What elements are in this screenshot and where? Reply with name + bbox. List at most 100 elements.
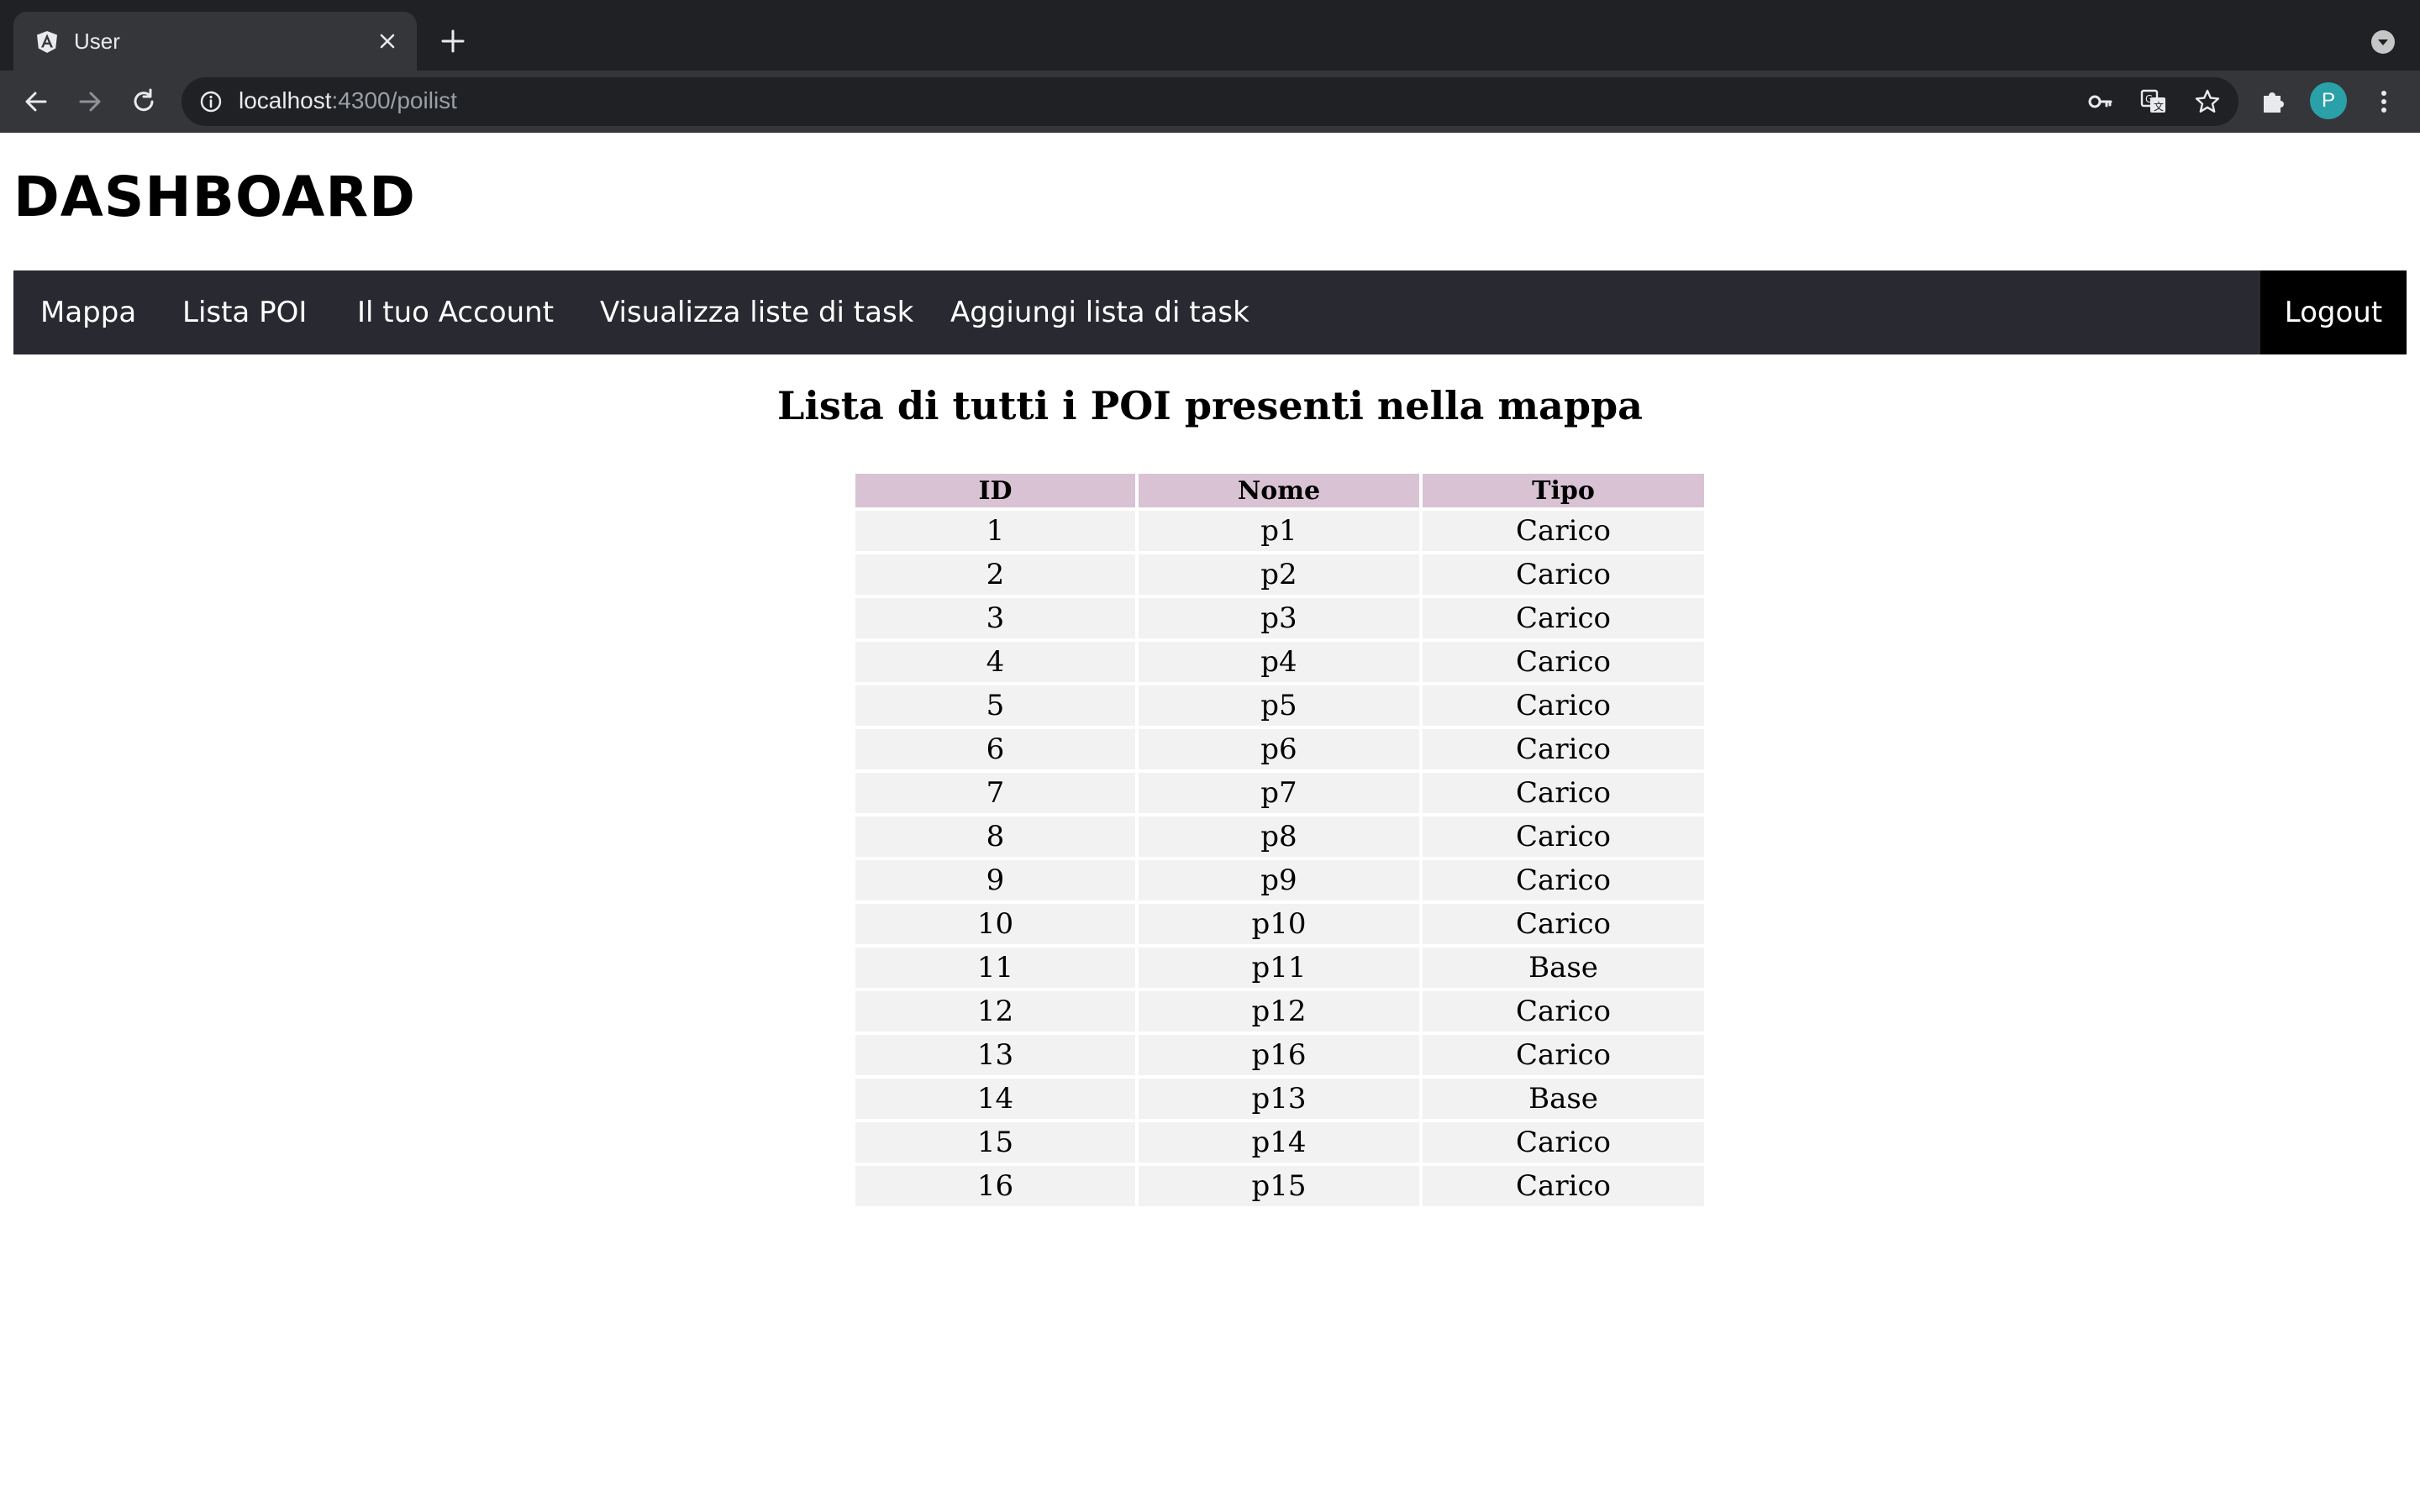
angular-logo-icon [37,31,57,53]
cell-nome: p5 [1139,685,1419,726]
table-row: 12 p12 Carico [855,991,1704,1032]
nav-item-account[interactable]: Il tuo Account [357,270,554,354]
table-row: 2 p2 Carico [855,554,1704,595]
cell-tipo: Carico [1423,860,1704,900]
table-header-row: ID Nome Tipo [855,474,1704,507]
cell-id: 6 [855,729,1135,769]
close-icon[interactable] [375,29,400,54]
star-icon[interactable] [2193,87,2222,116]
cell-nome: p3 [1139,598,1419,638]
page-title: DASHBOARD [13,165,416,229]
cell-id: 4 [855,642,1135,682]
cell-tipo: Carico [1423,773,1704,813]
browser-tabstrip: User [0,0,2420,71]
cell-nome: p16 [1139,1035,1419,1075]
tab-search-chevron-icon[interactable] [2370,29,2396,55]
info-icon[interactable] [198,89,224,114]
main-navbar: Mappa Lista POI Il tuo Account Visualizz… [13,270,2407,354]
tab-title: User [74,29,120,54]
table-row: 14 p13 Base [855,1079,1704,1119]
table-row: 7 p7 Carico [855,773,1704,813]
table-row: 9 p9 Carico [855,860,1704,900]
cell-nome: p7 [1139,773,1419,813]
column-header-tipo: Tipo [1423,474,1704,507]
cell-tipo: Carico [1423,598,1704,638]
table-row: 16 p15 Carico [855,1166,1704,1206]
cell-nome: p8 [1139,816,1419,857]
table-row: 8 p8 Carico [855,816,1704,857]
cell-tipo: Carico [1423,1035,1704,1075]
url-host: localhost [239,87,332,113]
cell-tipo: Carico [1423,991,1704,1032]
cell-nome: p4 [1139,642,1419,682]
cell-id: 8 [855,816,1135,857]
cell-tipo: Carico [1423,816,1704,857]
cell-nome: p14 [1139,1122,1419,1163]
poi-list-heading: Lista di tutti i POI presenti nella mapp… [777,383,1643,428]
table-row: 15 p14 Carico [855,1122,1704,1163]
cell-id: 16 [855,1166,1135,1206]
table-row: 5 p5 Carico [855,685,1704,726]
cell-tipo: Carico [1423,685,1704,726]
cell-id: 12 [855,991,1135,1032]
profile-avatar[interactable]: P [2310,82,2347,119]
cell-tipo: Carico [1423,511,1704,551]
nav-item-mappa[interactable]: Mappa [40,270,136,354]
url-path: :4300/poilist [331,87,457,113]
cell-id: 13 [855,1035,1135,1075]
cell-nome: p6 [1139,729,1419,769]
cell-tipo: Base [1423,1079,1704,1119]
nav-item-visualizza-liste[interactable]: Visualizza liste di task [600,270,913,354]
browser-tab[interactable]: User [13,12,417,71]
cell-id: 5 [855,685,1135,726]
poi-table: ID Nome Tipo 1 p1 Carico 2 p2 Carico 3 p3 Carico… [852,470,1707,1210]
cell-tipo: Base [1423,948,1704,988]
cell-nome: p13 [1139,1079,1419,1119]
puzzle-icon[interactable] [2257,86,2289,118]
kebab-menu-icon[interactable] [2368,86,2400,118]
nav-item-lista-poi[interactable]: Lista POI [182,270,307,354]
cell-tipo: Carico [1423,904,1704,944]
logout-button[interactable]: Logout [2260,270,2407,354]
cell-nome: p15 [1139,1166,1419,1206]
url-text[interactable]: localhost:4300/poilist [239,87,457,114]
key-icon[interactable] [2086,87,2114,116]
table-row: 3 p3 Carico [855,598,1704,638]
arrow-right-icon[interactable] [74,86,106,118]
arrow-left-icon[interactable] [20,86,52,118]
column-header-id: ID [855,474,1135,507]
cell-nome: p10 [1139,904,1419,944]
cell-nome: p9 [1139,860,1419,900]
svg-text:文: 文 [2154,100,2164,113]
cell-nome: p1 [1139,511,1419,551]
cell-id: 10 [855,904,1135,944]
cell-id: 7 [855,773,1135,813]
table-row: 6 p6 Carico [855,729,1704,769]
table-row: 1 p1 Carico [855,511,1704,551]
cell-id: 11 [855,948,1135,988]
translate-icon[interactable]: G 文 [2139,87,2168,116]
table-row: 13 p16 Carico [855,1035,1704,1075]
cell-nome: p11 [1139,948,1419,988]
address-bar[interactable]: localhost:4300/poilist G 文 [182,77,2238,126]
cell-nome: p2 [1139,554,1419,595]
cell-id: 9 [855,860,1135,900]
cell-tipo: Carico [1423,554,1704,595]
column-header-nome: Nome [1139,474,1419,507]
table-row: 4 p4 Carico [855,642,1704,682]
browser-toolbar: localhost:4300/poilist G 文 P [0,71,2420,133]
cell-tipo: Carico [1423,729,1704,769]
new-tab-plus-icon[interactable] [439,27,467,55]
cell-tipo: Carico [1423,1122,1704,1163]
cell-id: 15 [855,1122,1135,1163]
svg-text:G: G [2145,93,2153,105]
reload-icon[interactable] [128,86,160,118]
cell-id: 3 [855,598,1135,638]
poi-table-body: 1 p1 Carico 2 p2 Carico 3 p3 Carico 4 p4 Carico 5 p5 C… [855,511,1704,1206]
cell-id: 1 [855,511,1135,551]
nav-item-aggiungi-lista[interactable]: Aggiungi lista di task [950,270,1249,354]
table-row: 11 p11 Base [855,948,1704,988]
cell-id: 14 [855,1079,1135,1119]
cell-nome: p12 [1139,991,1419,1032]
cell-id: 2 [855,554,1135,595]
